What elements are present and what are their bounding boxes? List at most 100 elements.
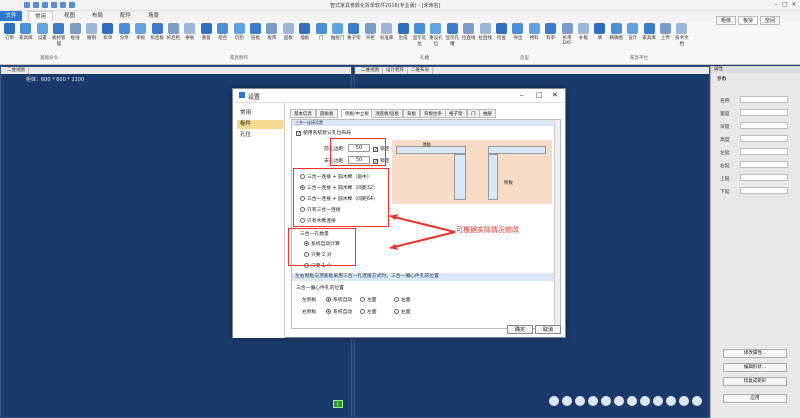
ribbon-button-18[interactable]: 插板: [297, 23, 312, 41]
dialog-tab-4[interactable]: 背板: [403, 109, 420, 118]
dialog-tab-0[interactable]: 基本信息: [290, 109, 316, 118]
ok-button[interactable]: 确定: [507, 325, 533, 334]
prop-input[interactable]: [740, 96, 788, 103]
position-option-0-1[interactable]: 左面: [360, 296, 377, 303]
save-icon[interactable]: [24, 2, 30, 8]
ribbon-button-24[interactable]: 生成: [396, 23, 411, 41]
prop-input[interactable]: [740, 148, 788, 155]
ribbon-button-23[interactable]: 标准库: [379, 23, 394, 41]
ribbon-button-15[interactable]: 层板: [248, 23, 263, 41]
dialog-tab-2[interactable]: 侧板/中立板: [341, 109, 374, 118]
ribbon-button-34[interactable]: 拆单DXF: [560, 23, 575, 46]
position-option-0-2[interactable]: 右面: [394, 296, 411, 303]
prop-button-1[interactable]: 编辑形状...: [723, 363, 787, 372]
prop-button-3[interactable]: 应用: [723, 394, 787, 403]
dialog-tab-1[interactable]: 圆板板: [316, 109, 338, 118]
tab-scene[interactable]: 场景: [142, 11, 165, 21]
ribbon-button-33[interactable]: 料单: [543, 23, 558, 41]
dialog-tab-7[interactable]: 门: [467, 109, 480, 118]
position-option-1-1[interactable]: 左面: [360, 308, 377, 315]
prop-input[interactable]: [740, 174, 788, 181]
position-option-0-0[interactable]: 系统自动: [326, 296, 352, 303]
ribbon-button-8[interactable]: 单板: [133, 23, 148, 41]
dialog-tab-3[interactable]: 顶底板/层板: [371, 109, 404, 118]
nav-board[interactable]: 板件: [237, 120, 283, 129]
ribbon-button-4[interactable]: 框线: [68, 23, 83, 41]
cancel-button[interactable]: 取消: [535, 325, 561, 334]
ribbon-button-22[interactable]: 吊柜: [363, 23, 378, 41]
ribbon-button-9[interactable]: 拆后板: [150, 23, 165, 41]
ribbon-button-7[interactable]: 分享: [117, 23, 132, 41]
export-icon[interactable]: [69, 2, 75, 8]
tab-layout[interactable]: 布局: [86, 11, 109, 21]
minimize-icon[interactable]: –: [772, 1, 780, 9]
dialog-tab-5[interactable]: 背板拉条: [420, 109, 446, 118]
ribbon-button-14[interactable]: 切割: [232, 23, 247, 41]
view-tool-icon[interactable]: [562, 396, 572, 406]
ribbon-button-28[interactable]: 拉直线: [461, 23, 476, 41]
tab-hardware[interactable]: 配件: [114, 11, 137, 21]
prop-tab-board[interactable]: 板块: [738, 16, 759, 25]
tab-common[interactable]: 常用: [28, 11, 54, 21]
ribbon-button-25[interactable]: 显示孔位: [412, 23, 427, 47]
dialog-close-icon[interactable]: ✕: [552, 91, 558, 99]
use-default-layout[interactable]: ✓ 使用系统默认孔位布局: [296, 129, 351, 137]
prop-input[interactable]: [740, 122, 788, 129]
left-viewport-tab[interactable]: 二维视图: [4, 67, 29, 74]
position-option-1-2[interactable]: 右面: [394, 308, 411, 315]
ribbon-button-10[interactable]: 拆后柜: [166, 23, 181, 41]
view-tool-icon[interactable]: [666, 396, 676, 406]
right-tab-2d[interactable]: 二维视图: [358, 67, 383, 74]
ribbon-button-11[interactable]: 拼板: [182, 23, 197, 41]
ribbon-button-13[interactable]: 组合: [215, 23, 230, 41]
ribbon-button-29[interactable]: 拉直线: [478, 23, 493, 41]
prop-button-0[interactable]: 修改属性...: [723, 349, 787, 358]
prop-button-2[interactable]: 恢复成矩形: [723, 377, 787, 386]
ribbon-button-35[interactable]: 补板: [576, 23, 591, 41]
ribbon-button-30[interactable]: 检查: [494, 23, 509, 41]
ribbon-button-20[interactable]: 抽屉门: [330, 23, 345, 41]
right-tab-matrix[interactable]: 设计矩阵: [383, 67, 408, 74]
ribbon-button-17[interactable]: 固板: [281, 23, 296, 41]
ribbon-button-27[interactable]: 显示孔槽: [445, 23, 460, 47]
dialog-tab-8[interactable]: 抽屉: [479, 109, 496, 118]
ribbon-button-1[interactable]: 家具库: [18, 23, 33, 41]
view-tool-icon[interactable]: [627, 396, 637, 406]
ribbon-button-2[interactable]: 设置: [35, 23, 50, 41]
ribbon-button-31[interactable]: 导出: [510, 23, 525, 41]
dialog-tab-6[interactable]: 格子架: [445, 109, 467, 118]
menu-file[interactable]: 文件: [0, 11, 22, 21]
view-tool-icon[interactable]: [692, 396, 702, 406]
ribbon-button-19[interactable]: 门: [314, 23, 329, 41]
ribbon-button-38[interactable]: 设计: [625, 23, 640, 41]
ribbon-button-12[interactable]: 重复: [199, 23, 214, 41]
close-icon[interactable]: ✕: [790, 1, 798, 9]
prop-input[interactable]: [740, 109, 788, 116]
ribbon-button-0[interactable]: 订单: [2, 23, 17, 41]
maximize-icon[interactable]: □: [781, 1, 789, 9]
ribbon-button-32[interactable]: 物料: [527, 23, 542, 41]
prop-input[interactable]: [740, 187, 788, 194]
view-tool-icon[interactable]: [588, 396, 598, 406]
view-tool-icon[interactable]: [601, 396, 611, 406]
tab-view[interactable]: 视图: [58, 11, 81, 21]
ribbon-button-5[interactable]: 撤销: [84, 23, 99, 41]
ribbon-button-26[interactable]: 重设孔位: [428, 23, 443, 47]
ribbon-button-6[interactable]: 拆单: [100, 23, 115, 41]
undo-icon[interactable]: [42, 2, 48, 8]
ribbon-button-16[interactable]: 板阵: [264, 23, 279, 41]
redo-icon[interactable]: [51, 2, 57, 8]
ribbon-button-36[interactable]: 填: [592, 23, 607, 41]
print-icon[interactable]: [60, 2, 66, 8]
nav-holes[interactable]: 孔位: [237, 131, 283, 140]
dialog-minimize-icon[interactable]: –: [520, 91, 524, 99]
view-tool-icon[interactable]: [614, 396, 624, 406]
ribbon-button-37[interactable]: 精确图: [609, 23, 624, 41]
dialog-maximize-icon[interactable]: □: [536, 91, 543, 99]
view-tool-icon[interactable]: [575, 396, 585, 406]
view-tool-icon[interactable]: [640, 396, 650, 406]
ribbon-button-40[interactable]: 上传: [658, 23, 673, 41]
view-tool-icon[interactable]: [549, 396, 559, 406]
open-icon[interactable]: [33, 2, 39, 8]
prop-tab-space[interactable]: 空间: [760, 16, 781, 25]
